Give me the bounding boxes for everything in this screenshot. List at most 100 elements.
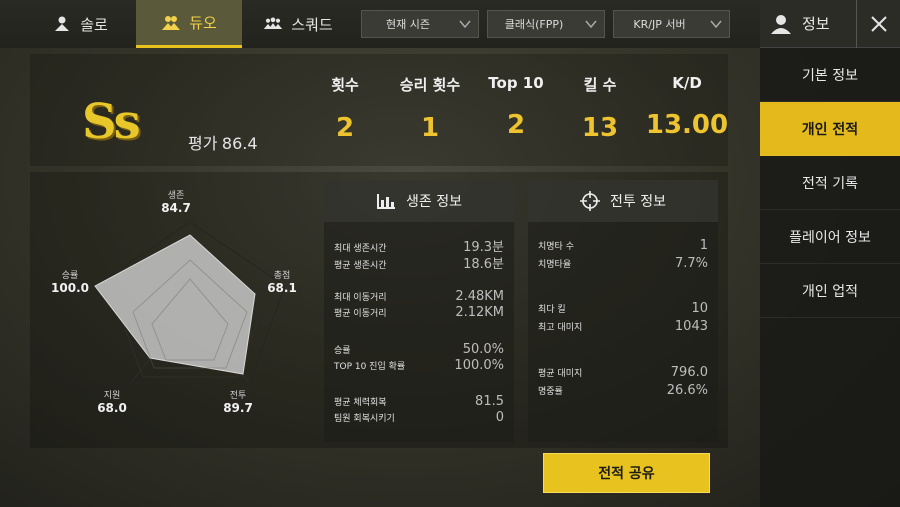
server-dropdown[interactable]: KR/JP 서버 [613,10,730,38]
chevron-down-icon [585,20,597,29]
panel-title: 전투 정보 [610,194,666,210]
stat-val: 2.48KM [455,289,504,304]
tab-duo-label: 듀오 [189,14,217,32]
stat-row: 평균 대미지 796.0 [538,365,708,380]
panel-header: 생존 정보 [324,180,514,222]
tab-duo[interactable]: 듀오 [136,0,242,48]
radar-label-combat: 전투 89.7 [218,388,258,415]
sidebar-item-label: 개인 전적 [801,121,859,138]
stat-val: 2.12KM [455,305,504,320]
stat-row: 평균 체력회복 81.5 [334,394,504,409]
close-button[interactable] [856,0,900,48]
stat-row: 최대 이동거리 2.48KM [334,289,504,304]
stat-val: 0 [495,410,504,425]
sidebar-title-label: 정보 [802,15,830,33]
stat-value: 2 [335,113,355,143]
tab-squad-label: 스쿼드 [291,15,333,34]
stat-key: 승률 [334,346,351,356]
stat-label: 킬 수 [583,76,617,94]
summary-panel: Ss 평가 86.4 횟수 2 승리 횟수 1 Top 10 2 킬 수 13 … [30,54,728,166]
stat-row: 명중률 26.6% [538,383,708,398]
stat-val: 796.0 [670,365,708,380]
stat-row: 치명타율 7.7% [538,256,708,271]
sidebar-item-label: 기본 정보 [802,67,858,84]
stat-key: 치명타율 [538,260,572,270]
radar-axis-value: 100.0 [51,281,89,295]
stat-row: 팀원 회복시키기 0 [334,410,504,425]
sidebar-item-label: 플레이어 정보 [789,229,871,246]
sidebar-item-personal-stats[interactable]: 개인 전적 [760,102,900,156]
mode-tab-bar: 솔로 듀오 스쿼드 현재 시즌 클래식(FPP) KR/JP 서버 [0,0,760,48]
user-icon [771,14,791,34]
rating-value: 86.4 [221,134,258,153]
bar-chart-icon [377,194,395,209]
stat-key: 평균 체력회복 [334,398,387,408]
tab-solo-label: 솔로 [80,15,108,34]
radar-label-survival: 생존 84.7 [156,188,196,215]
stat-row: 평균 생존시간 18.6분 [334,253,504,272]
stat-val: 18.6분 [463,257,504,272]
share-stats-button[interactable]: 전적 공유 [543,453,710,493]
stat-key: 최대 이동거리 [334,293,387,303]
stat-top10: Top 10 2 [471,74,561,140]
squad-icon [264,17,283,29]
radar-axis-value: 89.7 [223,401,253,415]
stat-val: 10 [691,301,708,316]
chevron-down-icon [459,20,471,29]
stat-row: TOP 10 진입 확률 100.0% [334,358,504,373]
mode-dropdown-value: 클래식(FPP) [504,18,564,31]
stat-val: 81.5 [475,394,504,409]
stat-value: 1 [420,113,440,143]
stat-row: 평균 이동거리 2.12KM [334,305,504,320]
radar-axis-name: 지원 [103,391,121,401]
radar-label-score: 총점 68.1 [262,268,302,295]
panel-header: 전투 정보 [528,180,718,222]
mode-dropdown[interactable]: 클래식(FPP) [487,10,605,38]
solo-icon [55,16,70,31]
stat-key: 평균 생존시간 [334,261,387,271]
radar-axis-name: 총점 [273,271,291,281]
stat-val: 1 [699,238,708,253]
stat-value: 13.00 [645,110,729,140]
sidebar-item-label: 개인 업적 [802,283,858,300]
combat-info-panel: 전투 정보 치명타 수1 치명타율 7.7% 최다 킬 10 최고 대미지 1043 … [528,180,718,442]
sidebar-item-match-history[interactable]: 전적 기록 [760,156,900,210]
stat-val: 50.0% [462,342,504,357]
stat-kd: K/D 13.00 [642,74,732,140]
stat-key: 최다 킬 [538,305,566,315]
tab-solo[interactable]: 솔로 [30,0,130,48]
sidebar-item-achievements[interactable]: 개인 업적 [760,264,900,318]
grade-tier: Ss [82,94,141,150]
rating-label: 평가 [188,134,218,153]
stat-key: 명중률 [538,387,563,397]
stat-kills: 킬 수 13 [555,74,645,143]
share-button-label: 전적 공유 [598,466,655,482]
stat-row: 치명타 수 1 [538,238,708,253]
server-dropdown-value: KR/JP 서버 [633,18,686,31]
stat-key: 최고 대미지 [538,323,583,333]
tab-squad[interactable]: 스쿼드 [248,0,348,48]
stat-key: TOP 10 진입 확률 [334,362,406,372]
radar-axis-value: 68.0 [97,401,127,415]
radar-label-win: 승률 100.0 [50,268,90,295]
stat-val: 100.0% [454,358,504,373]
radar-axis-value: 84.7 [161,201,191,215]
info-sidebar: 정보 기본 정보 개인 전적 전적 기록 플레이어 정보 개인 업적 [760,0,900,507]
sidebar-title: 정보 [760,13,856,35]
season-dropdown[interactable]: 현재 시즌 [361,10,479,38]
stat-key: 평균 대미지 [538,369,583,379]
stat-val: 7.7% [674,256,708,271]
crosshair-icon [580,191,600,211]
radar-area [94,234,256,375]
stat-value: 2 [506,110,526,140]
radar-label-support: 지원 68.0 [92,388,132,415]
survival-info-panel: 생존 정보 최대 생존시간 19.3분 평균 생존시간 18.6분 최대 이동거리 2… [324,180,514,442]
detail-area: 생존 84.7 총점 68.1 전투 89.7 지원 68.0 승률 100.0… [30,172,728,448]
stat-key: 치명타 수 [538,242,574,252]
sidebar-item-label: 전적 기록 [802,175,858,192]
season-dropdown-value: 현재 시즌 [386,18,430,31]
stat-label: 횟수 [331,76,359,94]
sidebar-item-basic-info[interactable]: 기본 정보 [760,48,900,102]
stat-val: 1043 [674,319,708,334]
sidebar-item-player-info[interactable]: 플레이어 정보 [760,210,900,264]
